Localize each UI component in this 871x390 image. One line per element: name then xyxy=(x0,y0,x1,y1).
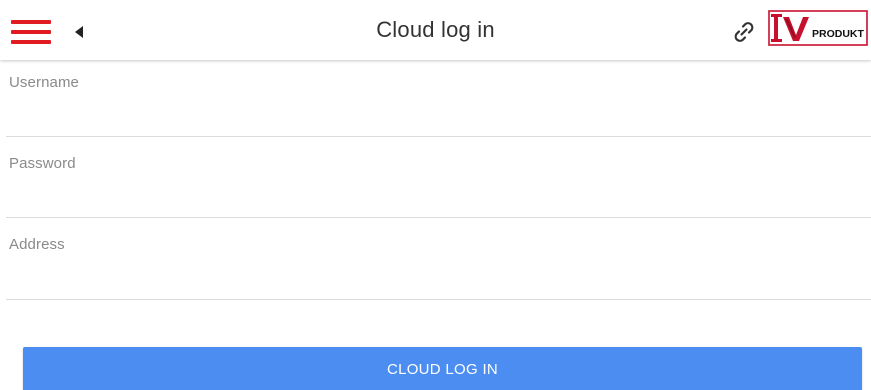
username-label: Username xyxy=(9,74,79,91)
username-field[interactable]: Username xyxy=(6,74,871,137)
top-app-bar: Cloud log in PRODUKT xyxy=(0,0,871,60)
link-icon[interactable] xyxy=(730,18,758,46)
logo-text-produkt: PRODUKT xyxy=(812,28,865,40)
password-field[interactable]: Password xyxy=(6,155,871,218)
username-input[interactable] xyxy=(9,106,859,132)
password-label: Password xyxy=(9,155,76,172)
iv-produkt-logo: PRODUKT xyxy=(768,10,868,46)
address-label: Address xyxy=(9,236,65,253)
address-input[interactable] xyxy=(9,269,859,295)
address-field[interactable]: Address xyxy=(6,236,871,300)
password-input[interactable] xyxy=(9,187,859,213)
app-screen: Cloud log in PRODUKT Username Password A… xyxy=(0,0,871,390)
cloud-login-button[interactable]: CLOUD LOG IN xyxy=(23,347,862,390)
